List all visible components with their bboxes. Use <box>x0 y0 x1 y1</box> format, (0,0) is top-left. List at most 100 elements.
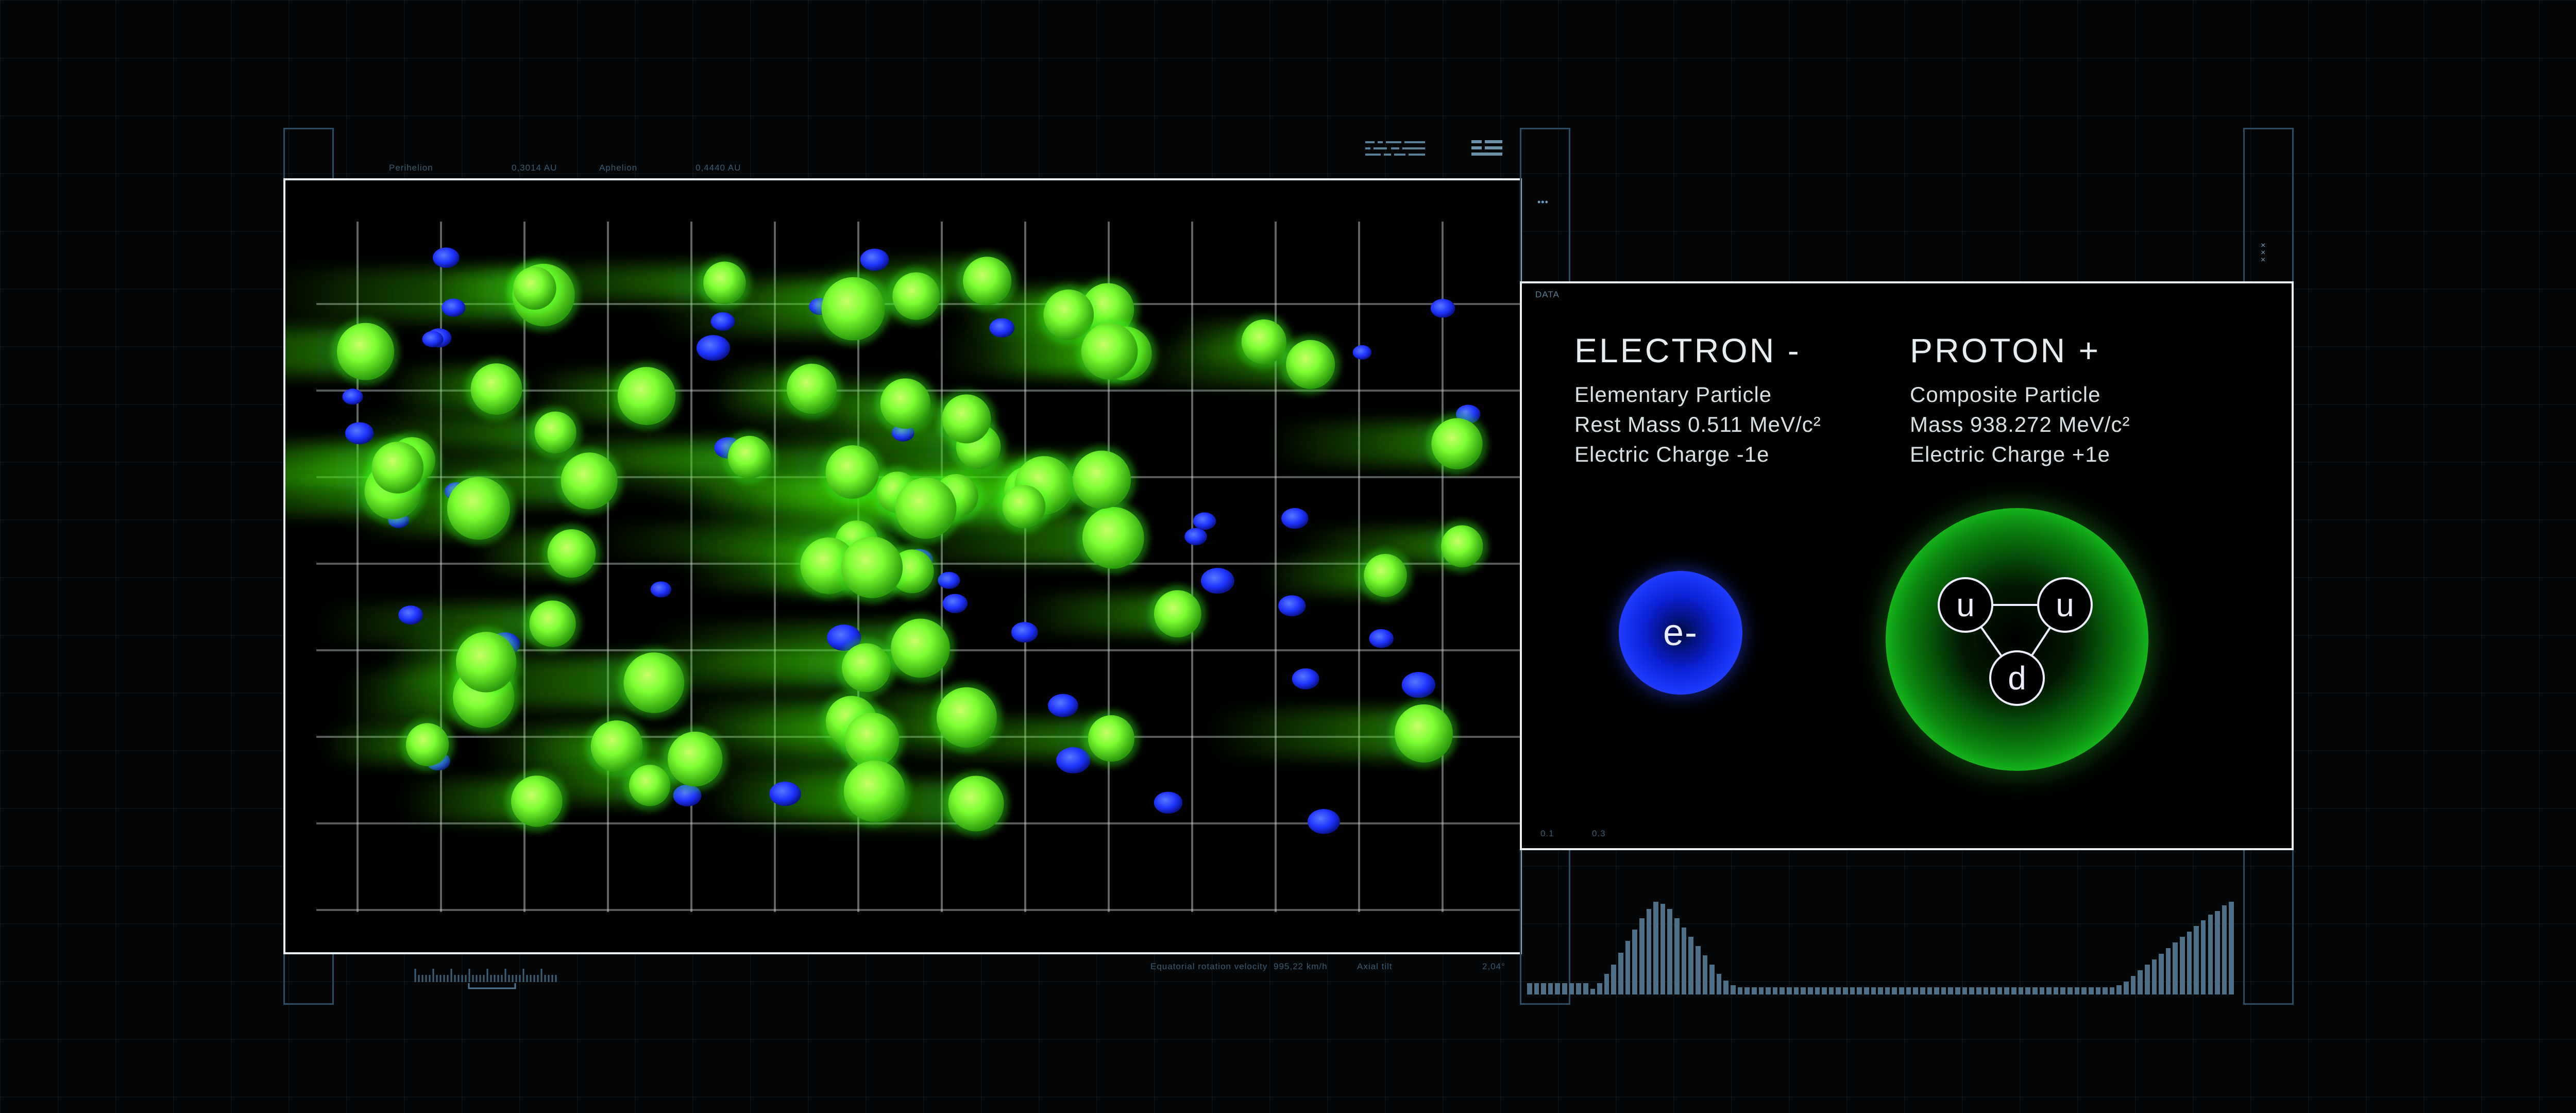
histogram-bar <box>1885 987 1890 994</box>
quark-down-label: d <box>2008 660 2026 697</box>
histogram-bar <box>1997 987 2003 994</box>
blue-particle <box>989 318 1015 338</box>
histogram-bar <box>1576 983 1581 994</box>
aphelion-value: 0,4440 AU <box>696 163 741 173</box>
green-particle <box>880 378 931 429</box>
histogram-bar <box>1541 983 1546 994</box>
histogram-bar <box>2144 965 2150 994</box>
histogram-bar <box>2194 925 2199 994</box>
histogram-bar <box>1807 987 1813 994</box>
histogram-bar <box>2200 920 2206 994</box>
histogram-bar <box>1871 987 1876 994</box>
histogram-bar <box>2165 948 2171 994</box>
frequency-histogram <box>1527 902 2236 994</box>
green-particle <box>948 775 1004 832</box>
particle-simulation-frame[interactable] <box>283 178 1522 954</box>
histogram-bar <box>1976 987 1981 994</box>
perihelion-value: 0,3014 AU <box>512 163 557 173</box>
histogram-bar <box>2053 987 2059 994</box>
histogram-bar <box>1990 987 1995 994</box>
histogram-bar <box>1632 930 1637 994</box>
histogram-bar <box>2151 959 2157 994</box>
green-particle <box>841 643 891 693</box>
histogram-bar <box>2222 905 2227 994</box>
blue-particle <box>1352 345 1372 360</box>
histogram-bar <box>1751 987 1757 994</box>
histogram-bar <box>1843 987 1848 994</box>
histogram-bar <box>1899 987 1904 994</box>
green-particle <box>1082 507 1144 569</box>
histogram-bar <box>1766 987 1771 994</box>
electron-title: ELECTRON - <box>1574 331 1801 369</box>
electron-sphere[interactable]: e- <box>1619 571 1742 695</box>
green-particle <box>513 266 556 310</box>
perihelion-label: Perihelion <box>389 163 433 173</box>
histogram-bar <box>1983 987 1989 994</box>
histogram-bar <box>2046 987 2052 994</box>
blue-particle <box>1308 809 1340 834</box>
green-particle <box>455 632 517 693</box>
blue-particle <box>942 594 968 613</box>
histogram-bar <box>1604 974 1609 994</box>
histogram-bar <box>1548 983 1553 994</box>
blue-particle <box>1056 747 1091 773</box>
histogram-bar <box>1653 902 1658 994</box>
histogram-bar <box>2215 911 2220 994</box>
close-button[interactable]: × × × <box>2261 242 2271 264</box>
histogram-bar <box>2187 931 2192 994</box>
histogram-bar <box>1815 987 1820 994</box>
electron-symbol: e- <box>1663 612 1699 653</box>
histogram-bar <box>1625 940 1631 994</box>
histogram-bar <box>1681 927 1687 994</box>
blue-particle <box>398 605 423 625</box>
histogram-bar <box>1611 965 1617 994</box>
axial-tilt-label: Axial tilt <box>1357 962 1393 971</box>
aphelion-label: Aphelion <box>599 163 638 173</box>
quark-up-2-label: u <box>2056 586 2074 623</box>
green-particle <box>511 775 563 827</box>
green-particle <box>942 394 991 444</box>
green-particle <box>405 723 449 766</box>
blue-particle <box>1184 528 1207 546</box>
layout-icon[interactable] <box>1471 140 1502 158</box>
axial-tilt-value: 2,04° <box>1482 962 1505 971</box>
particle-trail <box>345 415 556 449</box>
histogram-bar <box>1569 983 1574 994</box>
histogram-bar <box>1723 981 1729 994</box>
histogram-bar <box>1948 987 1954 994</box>
green-particle <box>1364 553 1407 597</box>
blue-particle <box>422 331 444 347</box>
hud-screen: 4 ︾ ︽ Perihelion 0,3014 AU Aphelion 0,44… <box>0 0 2576 1113</box>
histogram-bar <box>1527 983 1532 994</box>
histogram-bar <box>1828 987 1834 994</box>
blue-particle <box>860 248 889 271</box>
green-particle <box>336 323 395 380</box>
horizontal-scale-icon <box>414 969 557 989</box>
histogram-bar <box>1793 987 1799 994</box>
data-panel-bottom-label-1: 0.1 <box>1540 829 1554 838</box>
histogram-bar <box>1878 987 1883 994</box>
green-particle <box>821 277 885 341</box>
histogram-bar <box>1695 946 1701 994</box>
histogram-bar <box>1646 909 1652 994</box>
histogram-bar <box>2130 976 2136 994</box>
blue-particle <box>1281 508 1309 529</box>
histogram-bar <box>1534 983 1539 994</box>
glyph-cluster-icon <box>1365 141 1425 156</box>
menu-button[interactable]: ••• <box>1537 197 1549 208</box>
histogram-bar <box>2067 987 2073 994</box>
green-particle <box>371 442 424 494</box>
histogram-bar <box>1597 983 1602 994</box>
blue-particle <box>1011 622 1038 643</box>
histogram-bar <box>1688 937 1693 994</box>
blue-particle <box>1369 629 1394 648</box>
green-particle <box>1241 319 1286 365</box>
green-particle <box>629 765 671 806</box>
histogram-bar <box>2229 902 2234 994</box>
green-particle <box>891 618 950 678</box>
histogram-bar <box>1758 987 1764 994</box>
green-particle <box>1431 418 1483 469</box>
proton-title: PROTON + <box>1910 331 2101 369</box>
blue-particle <box>442 298 466 317</box>
histogram-bar <box>1920 987 1925 994</box>
